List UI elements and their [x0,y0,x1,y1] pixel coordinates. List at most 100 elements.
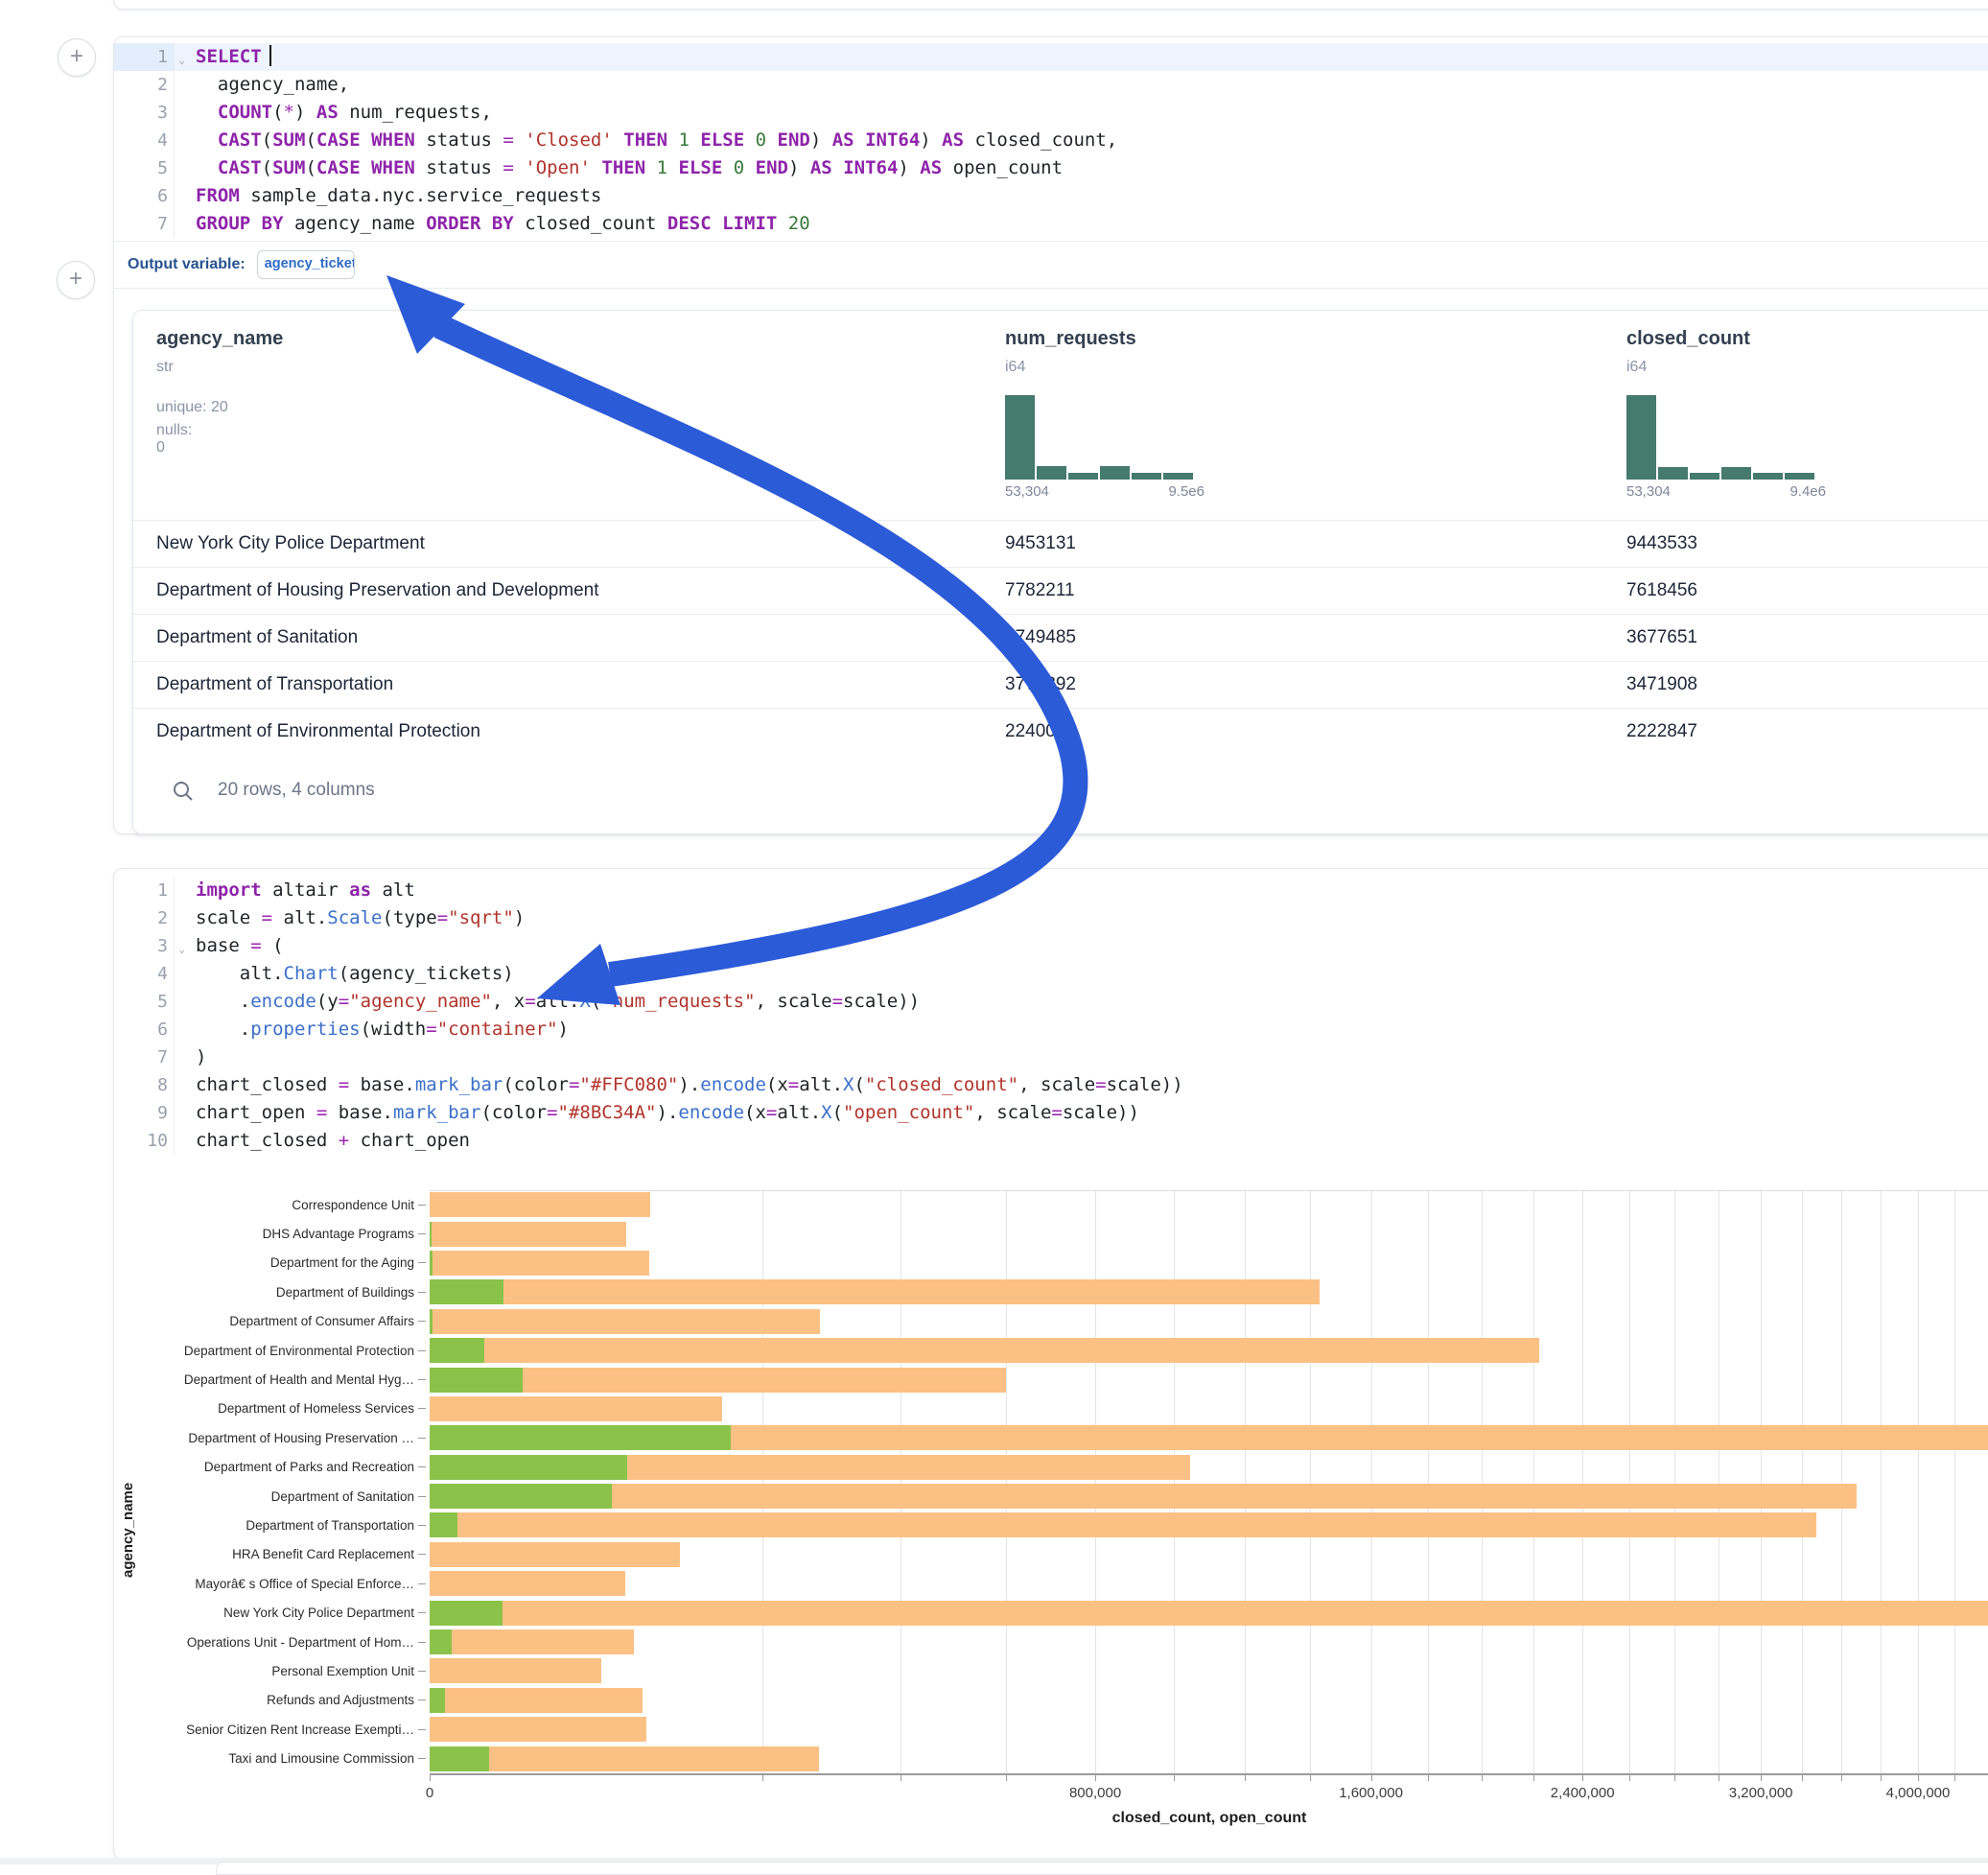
chart-y-tick-label: Taxi and Limousine Commission [114,1751,414,1766]
chart-y-tick-label: Department of Housing Preservation … [114,1431,414,1445]
column-name: closed_count [1626,328,1750,350]
chart-y-tick-label: Department of Health and Mental Hyg… [114,1372,414,1387]
code-line[interactable]: 5 CAST(SUM(CASE WHEN status = 'Open' THE… [114,154,1988,182]
chart-y-tick-label: Department of Homeless Services [114,1401,414,1416]
chart-x-tick-label: 4,000,000 [1886,1785,1951,1801]
fold-chevron-icon[interactable]: ⌄ [178,935,185,963]
chart-x-tick-label: 1,600,000 [1339,1785,1403,1801]
bar-open-count [430,1251,433,1276]
table-row: Department of Housing Preservation and D… [133,567,1988,614]
fold-chevron-icon[interactable]: ⌄ [178,46,185,74]
line-number: 9 [114,1099,174,1127]
table-footer: 20 rows, 4 columns [133,755,1988,832]
code-line[interactable]: 1import altair as alt [114,877,1988,904]
histogram-range-labels: 53,3049.5e6 [1005,483,1204,500]
sql-cell: 1⌄SELECT2 agency_name,3 COUNT(*) AS num_… [113,36,1988,834]
code-line[interactable]: 7GROUP BY agency_name ORDER BY closed_co… [114,210,1988,238]
bar-closed-count [430,1601,1988,1626]
chart-y-tick-label: Refunds and Adjustments [114,1693,414,1707]
table-row-count: 20 rows, 4 columns [218,780,375,801]
notebook-page: { "ui": { "plus": "+", "arrow_color": "#… [0,0,1988,1864]
python-code-editor[interactable]: 1import altair as alt2scale = alt.Scale(… [114,869,1988,1155]
table-body: New York City Police Department945313194… [133,520,1988,755]
table-row: Department of Transportation377489234719… [133,661,1988,708]
code-line[interactable]: 4 alt.Chart(agency_tickets) [114,960,1988,988]
cell-agency-name: Department of Sanitation [156,627,358,648]
code-line[interactable]: 10chart_closed + chart_open [114,1127,1988,1155]
chart-y-tick-label: Department of Environmental Protection [114,1344,414,1358]
cell-agency-name: New York City Police Department [156,533,425,554]
bar-open-count [430,1746,489,1771]
line-number: 6 [114,182,174,210]
line-number: 1 [114,877,174,904]
output-variable-input[interactable]: agency_tickets [257,250,355,279]
code-text: COUNT(*) AS num_requests, [174,99,1988,127]
code-text: chart_closed = base.mark_bar(color="#FFC… [174,1071,1988,1099]
chart-row: Department of Environmental Protection [114,1336,1988,1365]
chart-y-tick-label: Department of Sanitation [114,1489,414,1504]
code-text: chart_open = base.mark_bar(color="#8BC34… [174,1099,1988,1127]
add-cell-button-output[interactable]: + [57,261,95,299]
code-text: agency_name, [174,71,1988,99]
column-type: str [156,359,174,376]
code-line[interactable]: 4 CAST(SUM(CASE WHEN status = 'Closed' T… [114,127,1988,154]
chart-row: Department of Consumer Affairs [114,1307,1988,1336]
code-text: SELECT [174,43,1988,71]
line-number: 3⌄ [114,932,174,960]
result-table: agency_namestrunique: 20nulls: 0num_requ… [132,310,1988,834]
column-type: i64 [1626,359,1647,376]
chart-y-tick-label: New York City Police Department [114,1605,414,1620]
code-line[interactable]: 3 COUNT(*) AS num_requests, [114,99,1988,127]
chart-row: Department of Homeless Services [114,1395,1988,1423]
code-text: ) [174,1043,1988,1071]
column-stat: nulls: 0 [156,422,192,457]
code-text: base = ( [174,932,1988,960]
code-text: FROM sample_data.nyc.service_requests [174,182,1988,210]
bar-closed-count [430,1484,1857,1509]
next-cell-sliver [216,1862,1988,1875]
previous-cell-sliver [113,0,1988,10]
code-line[interactable]: 6FROM sample_data.nyc.service_requests [114,182,1988,210]
column-histogram [1626,395,1814,480]
cell-closed-count: 7618456 [1626,580,1697,601]
cell-num-requests: 2240041 [1005,721,1076,742]
code-line[interactable]: 5 .encode(y="agency_name", x=alt.X("num_… [114,988,1988,1016]
bar-open-count [430,1484,612,1509]
bar-closed-count [430,1309,820,1334]
chart-y-tick-label: Senior Citizen Rent Increase Exempti… [114,1723,414,1737]
bar-open-count [430,1601,503,1626]
code-line[interactable]: 2scale = alt.Scale(type="sqrt") [114,904,1988,932]
chart-x-axis-line [430,1773,1988,1775]
code-line[interactable]: 9chart_open = base.mark_bar(color="#8BC3… [114,1099,1988,1127]
cell-agency-name: Department of Transportation [156,674,393,695]
line-number: 5 [114,988,174,1016]
search-icon[interactable] [172,780,195,803]
sql-code-editor[interactable]: 1⌄SELECT2 agency_name,3 COUNT(*) AS num_… [114,37,1988,238]
code-line[interactable]: 7) [114,1043,1988,1071]
code-line[interactable]: 8chart_closed = base.mark_bar(color="#FF… [114,1071,1988,1099]
bar-closed-count [430,1571,625,1596]
code-line[interactable]: 2 agency_name, [114,71,1988,99]
text-cursor [269,45,271,66]
line-number: 2 [114,71,174,99]
line-number: 6 [114,1016,174,1043]
line-number: 5 [114,154,174,182]
line-number: 10 [114,1127,174,1155]
altair-chart: agency_name Correspondence UnitDHS Advan… [114,1190,1988,1842]
code-line[interactable]: 6 .properties(width="container") [114,1016,1988,1043]
code-line[interactable]: 1⌄SELECT [114,43,1988,71]
code-text: scale = alt.Scale(type="sqrt") [174,904,1988,932]
table-row: Department of Environmental Protection22… [133,708,1988,755]
chart-row: Senior Citizen Rent Increase Exempti… [114,1715,1988,1744]
cell-closed-count: 3471908 [1626,674,1697,695]
bar-closed-count [430,1629,634,1654]
add-cell-button-top[interactable]: + [58,38,96,77]
bar-open-count [430,1222,432,1247]
chart-row: Department of Parks and Recreation [114,1453,1988,1482]
table-header: agency_namestrunique: 20nulls: 0num_requ… [133,311,1988,520]
chart-y-tick-label: DHS Advantage Programs [114,1227,414,1241]
bar-closed-count [430,1717,646,1742]
chart-x-tick-label: 0 [426,1785,433,1801]
bar-closed-count [430,1542,680,1567]
code-line[interactable]: 3⌄base = ( [114,932,1988,960]
